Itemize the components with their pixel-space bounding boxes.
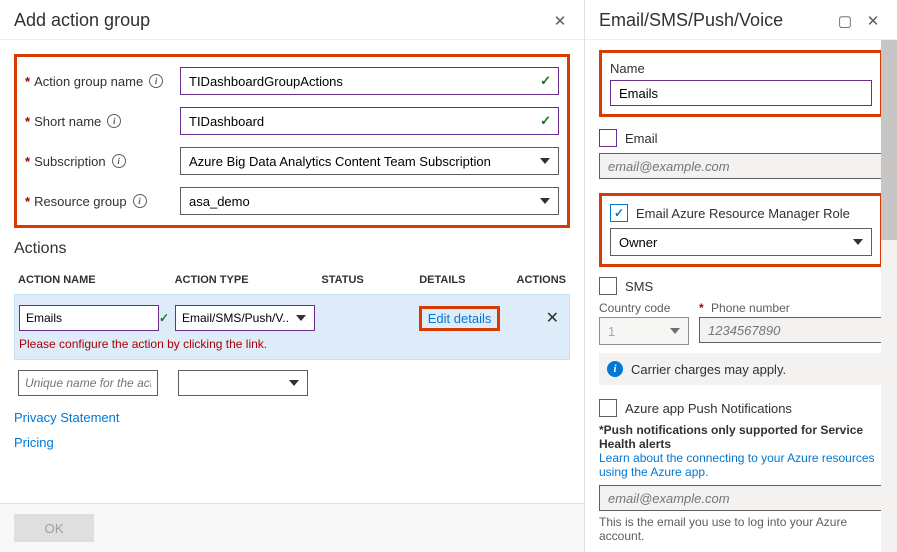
group-name-label: Action group name bbox=[34, 74, 143, 89]
check-icon: ✓ bbox=[540, 73, 551, 89]
push-email-input[interactable] bbox=[599, 485, 883, 511]
email-input[interactable] bbox=[599, 153, 883, 179]
arm-role-highlight: Email Azure Resource Manager Role Owner bbox=[599, 193, 883, 267]
group-name-input[interactable] bbox=[180, 67, 559, 95]
pricing-link[interactable]: Pricing bbox=[14, 435, 570, 450]
short-name-label: Short name bbox=[34, 114, 101, 129]
new-action-name-input[interactable] bbox=[18, 370, 158, 396]
name-input[interactable] bbox=[610, 80, 872, 106]
arm-role-select[interactable]: Owner bbox=[610, 228, 872, 256]
email-checkbox[interactable] bbox=[599, 129, 617, 147]
push-note: *Push notifications only supported for S… bbox=[599, 423, 883, 451]
form-highlight: * Action group name i ✓ * Short name i ✓ * Su… bbox=[14, 54, 570, 228]
info-icon: i bbox=[607, 361, 623, 377]
name-highlight: Name bbox=[599, 50, 883, 117]
email-option: Email bbox=[599, 129, 883, 147]
arm-role-label: Email Azure Resource Manager Role bbox=[636, 206, 850, 221]
push-learn-link[interactable]: Learn about the connecting to your Azure… bbox=[599, 451, 883, 479]
maximize-icon[interactable]: ▢ bbox=[835, 11, 855, 31]
close-icon[interactable]: ✕ bbox=[863, 11, 883, 31]
email-sms-push-voice-panel: Email/SMS/Push/Voice ▢ ✕ Name Email Emai… bbox=[585, 0, 897, 552]
required-mark: * bbox=[25, 114, 30, 129]
action-type-select[interactable]: Email/SMS/Push/V... bbox=[175, 305, 315, 331]
phone-input[interactable] bbox=[699, 317, 883, 343]
required-mark: * bbox=[25, 74, 30, 89]
info-icon[interactable]: i bbox=[107, 114, 121, 128]
group-name-row: * Action group name i ✓ bbox=[25, 67, 559, 95]
resource-group-row: * Resource group i asa_demo bbox=[25, 187, 559, 215]
required-mark: * bbox=[25, 194, 30, 209]
col-status: STATUS bbox=[321, 274, 419, 286]
configure-warning: Please configure the action by clicking … bbox=[19, 337, 565, 351]
short-name-row: * Short name i ✓ bbox=[25, 107, 559, 135]
privacy-link[interactable]: Privacy Statement bbox=[14, 410, 570, 425]
arm-role-checkbox[interactable] bbox=[610, 204, 628, 222]
country-code-label: Country code bbox=[599, 301, 689, 315]
name-label: Name bbox=[610, 61, 872, 76]
email-label: Email bbox=[625, 131, 658, 146]
right-title: Email/SMS/Push/Voice bbox=[599, 10, 827, 31]
short-name-input[interactable] bbox=[180, 107, 559, 135]
col-action-name: ACTION NAME bbox=[18, 274, 175, 286]
actions-heading: Actions bbox=[14, 240, 570, 258]
ok-button[interactable]: OK bbox=[14, 514, 94, 542]
subscription-row: * Subscription i Azure Big Data Analytics … bbox=[25, 147, 559, 175]
sms-fields: Country code 1 * Phone number bbox=[599, 301, 883, 345]
left-body: * Action group name i ✓ * Short name i ✓ * Su… bbox=[0, 40, 584, 503]
required-mark: * bbox=[25, 154, 30, 169]
info-icon[interactable]: i bbox=[149, 74, 163, 88]
resource-group-select[interactable]: asa_demo bbox=[180, 187, 559, 215]
push-label: Azure app Push Notifications bbox=[625, 401, 792, 416]
action-name-input[interactable] bbox=[19, 305, 159, 331]
new-action-type-select[interactable] bbox=[178, 370, 308, 396]
add-action-group-panel: Add action group ✕ * Action group name i ✓… bbox=[0, 0, 585, 552]
table-header: ACTION NAME ACTION TYPE STATUS DETAILS A… bbox=[14, 266, 570, 294]
carrier-text: Carrier charges may apply. bbox=[631, 362, 786, 377]
push-helper: This is the email you use to log into yo… bbox=[599, 515, 883, 543]
carrier-info: i Carrier charges may apply. bbox=[599, 353, 883, 385]
push-checkbox[interactable] bbox=[599, 399, 617, 417]
sms-label: SMS bbox=[625, 279, 653, 294]
push-option: Azure app Push Notifications bbox=[599, 399, 883, 417]
actions-table: ACTION NAME ACTION TYPE STATUS DETAILS A… bbox=[14, 266, 570, 400]
subscription-label: Subscription bbox=[34, 154, 106, 169]
check-icon: ✓ bbox=[540, 113, 551, 129]
scroll-thumb[interactable] bbox=[881, 40, 897, 240]
left-header: Add action group ✕ bbox=[0, 0, 584, 40]
info-icon[interactable]: i bbox=[133, 194, 147, 208]
country-code-select[interactable]: 1 bbox=[599, 317, 689, 345]
col-actions: ACTIONS bbox=[507, 274, 566, 286]
remove-action-button[interactable]: ✕ bbox=[546, 310, 565, 327]
scrollbar[interactable] bbox=[881, 40, 897, 552]
check-icon: ✓ bbox=[159, 311, 169, 325]
right-header: Email/SMS/Push/Voice ▢ ✕ bbox=[585, 0, 897, 40]
sms-checkbox[interactable] bbox=[599, 277, 617, 295]
subscription-select[interactable]: Azure Big Data Analytics Content Team Su… bbox=[180, 147, 559, 175]
arm-role-option: Email Azure Resource Manager Role bbox=[610, 204, 872, 222]
col-action-type: ACTION TYPE bbox=[175, 274, 322, 286]
left-footer: OK bbox=[0, 503, 584, 552]
resource-group-label: Resource group bbox=[34, 194, 127, 209]
close-icon[interactable]: ✕ bbox=[550, 11, 570, 31]
right-body: Name Email Email Azure Resource Manager … bbox=[585, 40, 897, 552]
table-row bbox=[14, 366, 570, 400]
table-row: ✓ Email/SMS/Push/V... Edit details ✕ Ple… bbox=[14, 294, 570, 360]
required-mark: * bbox=[699, 301, 704, 315]
sms-option: SMS bbox=[599, 277, 883, 295]
edit-details-link[interactable]: Edit details bbox=[419, 306, 501, 331]
left-title: Add action group bbox=[14, 10, 542, 31]
col-details: DETAILS bbox=[419, 274, 507, 286]
info-icon[interactable]: i bbox=[112, 154, 126, 168]
phone-label: Phone number bbox=[711, 301, 790, 315]
